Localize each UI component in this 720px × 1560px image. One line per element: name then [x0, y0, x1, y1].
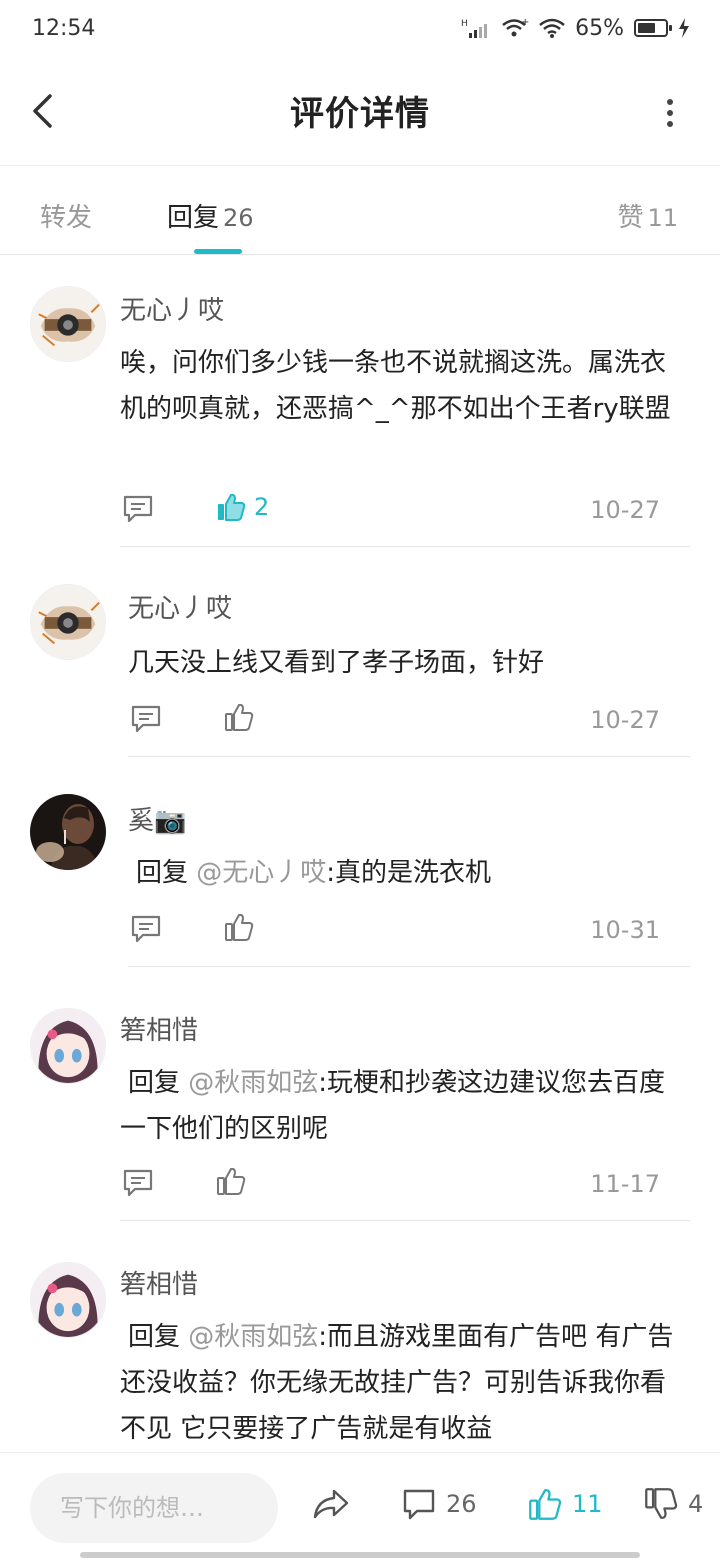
divider [128, 756, 690, 757]
battery-icon [634, 19, 672, 37]
comment-item: 无心丿哎 唉，问你们多少钱一条也不说就搁这洗。属洗衣机的呗真就，还恶搞^_^那不… [0, 256, 720, 548]
page-title: 评价详情 [290, 94, 430, 134]
reply-input[interactable] [30, 1473, 278, 1543]
comments-button[interactable]: 26 [402, 1487, 477, 1521]
comment-date: 11-17 [590, 1170, 660, 1198]
app-header: 评价详情 [0, 56, 720, 166]
reply-button[interactable] [122, 1168, 154, 1198]
comment-text: 回复 @秋雨如弦:而且游戏里面有广告吧 有广告还没收益？你无缘无故挂广告？可别告… [120, 1314, 690, 1452]
comment-bubble-icon [403, 1489, 435, 1520]
comment-text: 唉，问你们多少钱一条也不说就搁这洗。属洗衣机的呗真就，还恶搞^_^那不如出个王者… [120, 348, 671, 424]
username[interactable]: 无心丿哎 [128, 588, 232, 625]
wifi-icon [539, 17, 565, 39]
username[interactable]: 无心丿哎 [120, 290, 224, 327]
reply-prefix: 回复 [128, 1322, 181, 1352]
avatar[interactable] [30, 584, 106, 660]
dislike-button[interactable]: 4 [644, 1487, 703, 1521]
thumbs-down-icon [645, 1488, 678, 1519]
tab-reply-label: 回复 [167, 203, 220, 233]
svg-text:+: + [521, 17, 529, 28]
like-post-button[interactable]: 11 [528, 1487, 603, 1521]
status-bar: 12:54 H + 65% [0, 0, 720, 56]
bottom-action-bar: 26 11 4 [0, 1452, 720, 1560]
reply-button[interactable] [122, 494, 154, 524]
comment-item: 奚📷 回复 @无心丿哎:真的是洗衣机 10-31 [0, 758, 720, 968]
dislike-count: 4 [688, 1490, 704, 1518]
battery-level [638, 23, 655, 33]
comment-item: 箬相惜 回复 @秋雨如弦:玩梗和抄袭这边建议您去百度一下他们的区别呢 11-17 [0, 968, 720, 1222]
svg-text:H: H [461, 19, 468, 29]
tab-like[interactable]: 赞 11 [617, 197, 678, 234]
post-like-count: 11 [572, 1490, 603, 1518]
mention-link[interactable]: @秋雨如弦 [188, 1068, 318, 1098]
tab-like-count: 11 [647, 204, 678, 232]
tab-reply[interactable]: 回复 26 [167, 197, 254, 234]
back-arrow-icon[interactable] [28, 93, 58, 129]
like-button[interactable]: 2 [216, 492, 269, 522]
comment-date: 10-27 [590, 496, 660, 524]
comment-count: 26 [446, 1490, 477, 1518]
tab-forward-label: 转发 [40, 203, 93, 233]
like-button[interactable] [224, 912, 254, 942]
reply-prefix: 回复 [136, 858, 189, 888]
thumbs-up-icon [217, 1167, 246, 1195]
comment-item: 箬相惜 回复 @秋雨如弦:而且游戏里面有广告吧 有广告还没收益？你无缘无故挂广告… [0, 1222, 720, 1452]
thumbs-up-icon [225, 913, 254, 941]
reply-body: :真的是洗衣机 [326, 858, 492, 888]
like-count: 2 [254, 493, 270, 521]
comment-date: 10-31 [590, 916, 660, 944]
thumbs-up-active-icon [529, 1489, 562, 1520]
share-button[interactable] [312, 1487, 350, 1521]
status-icons: H + 65% [461, 16, 690, 41]
comment-date: 10-27 [590, 706, 660, 734]
avatar[interactable] [30, 1262, 106, 1338]
comment-icon [131, 915, 161, 943]
reply-button[interactable] [130, 704, 162, 734]
tab-reply-count: 26 [223, 204, 254, 232]
avatar[interactable] [30, 286, 106, 362]
active-tab-indicator [194, 249, 242, 254]
divider [120, 1220, 690, 1221]
tab-forward[interactable]: 转发 [40, 197, 92, 234]
reply-prefix: 回复 [128, 1068, 181, 1098]
more-options-icon[interactable] [664, 98, 676, 128]
comment-icon [123, 1169, 153, 1197]
reply-button[interactable] [130, 914, 162, 944]
battery-percent: 65% [575, 15, 624, 41]
username[interactable]: 箬相惜 [120, 1264, 198, 1301]
avatar[interactable] [30, 1008, 106, 1084]
divider [120, 546, 690, 547]
comment-icon [131, 705, 161, 733]
like-button[interactable] [224, 702, 254, 732]
comment-item: 无心丿哎 几天没上线又看到了孝子场面，针好 10-27 [0, 548, 720, 758]
home-indicator [80, 1552, 640, 1558]
comment-icon [123, 495, 153, 523]
share-arrow-icon [313, 1489, 349, 1519]
username[interactable]: 箬相惜 [120, 1010, 198, 1047]
charging-icon [678, 18, 690, 38]
wifi-hotspot-icon: + [501, 17, 529, 39]
signal-icon: H [461, 17, 491, 39]
mention-link[interactable]: @秋雨如弦 [188, 1322, 318, 1352]
comment-text: 回复 @无心丿哎:真的是洗衣机 [136, 850, 706, 896]
mention-link[interactable]: @无心丿哎 [196, 858, 326, 888]
status-time: 12:54 [32, 15, 96, 41]
like-button[interactable] [216, 1166, 246, 1196]
username[interactable]: 奚📷 [128, 800, 186, 837]
comment-text: 几天没上线又看到了孝子场面，针好 [128, 648, 545, 678]
thumbs-up-icon [225, 703, 254, 731]
divider [128, 966, 690, 967]
tab-bar: 转发 回复 26 赞 11 [0, 167, 720, 255]
avatar[interactable] [30, 794, 106, 870]
tab-like-label: 赞 [617, 203, 644, 233]
thumbs-up-filled-icon [218, 493, 246, 521]
comment-text: 回复 @秋雨如弦:玩梗和抄袭这边建议您去百度一下他们的区别呢 [120, 1060, 690, 1152]
